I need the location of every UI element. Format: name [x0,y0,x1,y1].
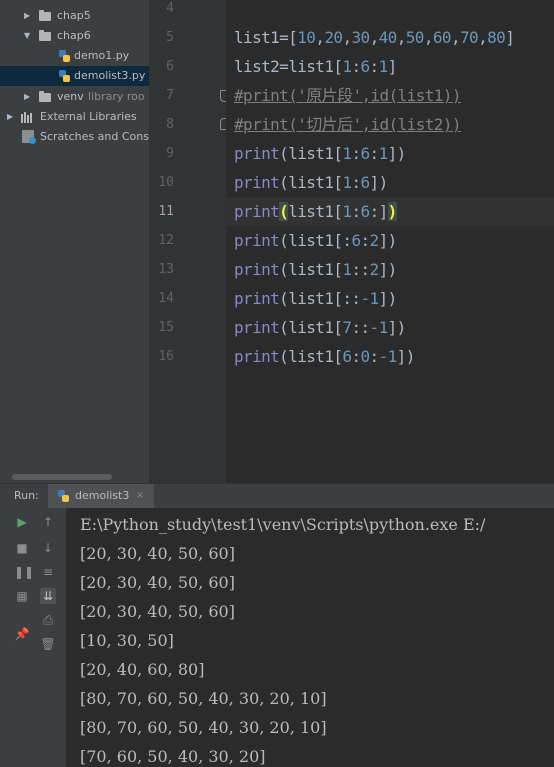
line-number: 13 [158,262,174,277]
collapsed-arrow-icon[interactable]: ▶ [24,6,30,26]
console-line: [20, 30, 40, 50, 60] [80,544,235,563]
code-line-current[interactable]: print(list1[1:6:]) [234,197,397,226]
line-number: 16 [158,349,174,364]
scratches-icon [22,130,36,144]
scroll-to-end-icon[interactable]: ⇊ [40,588,56,604]
console-line: [80, 70, 60, 50, 40, 30, 20, 10] [80,718,327,737]
pause-icon[interactable]: ❚❚ [14,564,34,580]
code-line-comment[interactable]: #print('切片后',id(list2)) [234,110,461,139]
line-number: 9 [166,146,174,161]
tree-item-chap6[interactable]: ▼ chap6 [0,26,149,46]
code-line[interactable]: list2=list1[1:6:1] [234,52,397,81]
project-tree: ▶ chap5 ▼ chap6 demo1.py demolist3.py ▶ … [0,0,149,483]
console-output[interactable]: E:\Python_study\test1\venv\Scripts\pytho… [66,508,554,767]
line-number: 4 [166,1,174,16]
console-line: [20, 30, 40, 50, 60] [80,573,235,592]
code-editor[interactable]: list1=[10,20,30,40,50,60,70,80] list2=li… [226,0,554,483]
line-number: 8 [166,117,174,132]
code-line[interactable]: print(list1[1:6:1]) [234,139,406,168]
stop-icon[interactable]: ■ [14,540,30,556]
tree-item-venv[interactable]: ▶ venv library roo [0,87,149,107]
console-line: [80, 70, 60, 50, 40, 30, 20, 10] [80,689,327,708]
python-file-icon [58,490,69,502]
tree-item-external-libraries[interactable]: ▶ External Libraries [0,107,149,127]
code-line[interactable]: print(list1[::-1]) [234,284,397,313]
line-number: 7 [166,88,174,103]
collapsed-arrow-icon[interactable]: ▶ [7,107,13,127]
delete-icon[interactable]: 🗑 [40,636,56,652]
horizontal-scrollbar[interactable] [12,474,112,480]
tree-item-scratches[interactable]: Scratches and Cons [0,127,149,147]
layout-icon[interactable]: ▦ [14,588,30,604]
run-toolbar: ▶ ↑ ■ ↓ ❚❚ ≡ ▦ ⇊ 📌 ⎙ 🗑 [0,508,66,767]
libraries-icon [21,112,33,123]
print-icon[interactable]: ⎙ [40,612,56,628]
tree-item-demolist3[interactable]: demolist3.py [0,66,149,86]
line-number: 15 [158,320,174,335]
close-icon[interactable]: × [136,484,144,508]
console-line: [20, 30, 40, 50, 60] [80,602,235,621]
code-line-comment[interactable]: #print('原片段',id(list1)) [234,81,461,110]
up-icon[interactable]: ↑ [40,514,56,530]
tree-item-demo1[interactable]: demo1.py [0,46,149,66]
folder-icon [39,10,51,21]
code-line[interactable]: print(list1[1::2]) [234,255,397,284]
code-line[interactable]: print(list1[7::-1]) [234,313,406,342]
line-number: 10 [158,175,174,190]
code-line[interactable]: print(list1[6:0:-1]) [234,342,415,371]
console-line: E:\Python_study\test1\venv\Scripts\pytho… [80,515,486,534]
expanded-arrow-icon[interactable]: ▼ [24,26,30,46]
line-number-gutter: 4 5 6 7 8 9 10 11 12 13 14 15 16 [149,0,230,483]
run-panel-header: Run: demolist3 × [0,483,554,508]
run-label: Run: [14,489,39,502]
line-number-current: 11 [158,204,174,219]
line-number: 6 [166,59,174,74]
down-icon[interactable]: ↓ [40,540,56,556]
code-line[interactable]: list1=[10,20,30,40,50,60,70,80] [234,23,515,52]
console-line: [70, 60, 50, 40, 30, 20] [80,747,266,766]
console-line: [10, 30, 50] [80,631,174,650]
collapsed-arrow-icon[interactable]: ▶ [24,87,30,107]
run-tab-demolist3[interactable]: demolist3 × [48,484,154,508]
folder-icon [39,91,51,102]
python-file-icon [59,50,70,62]
run-icon[interactable]: ▶ [14,514,30,530]
python-file-icon [59,70,70,82]
line-number: 12 [158,233,174,248]
line-number: 5 [166,30,174,45]
code-line[interactable]: print(list1[1:6]) [234,168,388,197]
code-line[interactable]: print(list1[:6:2]) [234,226,397,255]
tree-item-chap5[interactable]: ▶ chap5 [0,6,149,26]
side-tool-strip [0,580,8,767]
console-line: [20, 40, 60, 80] [80,660,205,679]
line-number: 14 [158,291,174,306]
pin-icon[interactable]: 📌 [14,626,30,642]
soft-wrap-icon[interactable]: ≡ [40,564,56,580]
folder-icon [39,30,51,41]
